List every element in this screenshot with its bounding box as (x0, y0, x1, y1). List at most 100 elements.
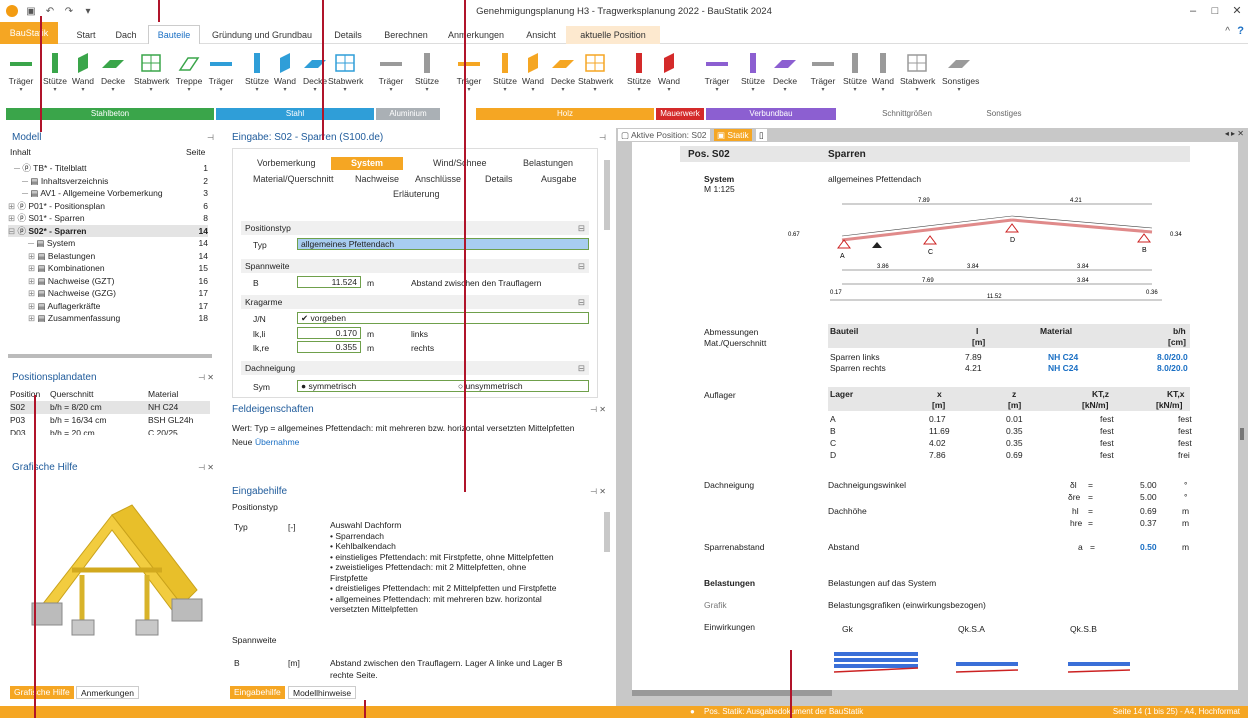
ribbon-button-23[interactable]: Träger ▾ (806, 48, 840, 104)
tab-wind-schnee[interactable]: Wind/Schnee (433, 158, 487, 168)
doc-hscroll[interactable] (632, 690, 832, 696)
collapse-ribbon-icon[interactable]: ^ (1225, 26, 1230, 37)
tab-nachweise[interactable]: Nachweise (355, 174, 399, 184)
b-input[interactable]: 11.524 (297, 276, 361, 288)
minimize-icon[interactable]: – (1182, 0, 1204, 22)
doc-vscroll[interactable] (1240, 428, 1244, 440)
tree-expand-icon[interactable]: ─ (14, 163, 20, 173)
tab-bauteile[interactable]: Bauteile (148, 25, 200, 45)
tab-anschluesse[interactable]: Anschlüsse (415, 174, 461, 184)
sym-radio[interactable]: ● symmetrisch ○ unsymmetrisch (297, 380, 589, 392)
tab-gruendung[interactable]: Gründung und Grundbau (206, 26, 318, 44)
ribbon-button-0[interactable]: Träger ▾ (4, 48, 38, 104)
panel-controls-icon[interactable]: ⊣ ✕ (198, 460, 214, 476)
lkre-input[interactable]: 0.355 (297, 341, 361, 353)
tree-item[interactable]: ⊟ ⓟ S02* - Sparren 14 (8, 224, 208, 237)
tab-baustatik[interactable]: BauStatik (0, 22, 58, 44)
tab-aktuelle-position[interactable]: aktuelle Position (566, 26, 660, 44)
table-row[interactable]: P03 b/h = 16/34 cm BSH GL24h (10, 414, 210, 427)
tab-material-querschnitt[interactable]: Material/Querschnitt (253, 174, 334, 184)
lkli-input[interactable]: 0.170 (297, 327, 361, 339)
panel-controls-icon[interactable]: ⊣ ✕ (590, 484, 606, 500)
table-row[interactable]: S02 b/h = 8/20 cm NH C24 (10, 401, 210, 414)
tree-expand-icon[interactable]: ⊞ (28, 313, 35, 323)
save-icon[interactable]: ▣ (25, 5, 37, 17)
doc-nav-icon[interactable]: ◂ ▸ ✕ (1225, 129, 1244, 138)
ribbon-button-21[interactable]: Stütze ▾ (736, 48, 770, 104)
pin-icon[interactable]: ⊣ (599, 130, 606, 146)
ribbon-button-27[interactable]: Sonstiges ▾ (942, 48, 979, 104)
section-kragarme[interactable]: Kragarme (241, 295, 589, 309)
tree-expand-icon[interactable]: ─ (28, 238, 34, 248)
tree-expand-icon[interactable]: ⊞ (8, 201, 15, 211)
close-icon[interactable]: ✕ (1226, 0, 1248, 22)
tree-expand-icon[interactable]: ⊟ (8, 226, 15, 236)
tab-vorbemerkung[interactable]: Vorbemerkung (257, 158, 316, 168)
ribbon-button-15[interactable]: Wand ▾ (516, 48, 550, 104)
tree-item[interactable]: ─ ⓟ TB* - Titelblatt 1 (8, 162, 208, 175)
ribbon-button-13[interactable]: Träger ▾ (452, 48, 486, 104)
sym-opt2[interactable]: unsymmetrisch (466, 381, 523, 391)
feld-uebernahme-link[interactable]: Übernahme (255, 437, 299, 447)
tab-modellhinweise[interactable]: Modellhinweise (288, 686, 357, 699)
maximize-icon[interactable]: □ (1204, 0, 1226, 22)
typ-select[interactable]: allgemeines Pfettendach (297, 238, 589, 250)
customize-qat-icon[interactable]: ▾ (82, 5, 94, 17)
ribbon-button-26[interactable]: Stabwerk ▾ (900, 48, 935, 104)
tab-ausgabe[interactable]: Ausgabe (541, 174, 577, 184)
tree-item[interactable]: ⊞ ⓟ P01* - Positionsplan 6 (8, 200, 208, 213)
ribbon-button-8[interactable]: Wand ▾ (268, 48, 302, 104)
tab-anmerkungen[interactable]: Anmerkungen (440, 26, 512, 44)
tree-expand-icon[interactable]: ⊞ (28, 301, 35, 311)
tree-item[interactable]: ─ ▤ System 14 (8, 237, 208, 250)
ribbon-button-17[interactable]: Stabwerk ▾ (578, 48, 613, 104)
ribbon-button-4[interactable]: Stabwerk ▾ (134, 48, 169, 104)
ribbon-button-16[interactable]: Decke ▾ (546, 48, 580, 104)
ribbon-button-22[interactable]: Decke ▾ (768, 48, 802, 104)
tree-item[interactable]: ⊞ ▤ Auflagerkräfte 17 (8, 300, 208, 313)
undo-icon[interactable]: ↶ (44, 5, 56, 17)
tree-item[interactable]: ⊞ ▤ Kombinationen 15 (8, 262, 208, 275)
ribbon-button-6[interactable]: Träger ▾ (204, 48, 238, 104)
tab-details-form[interactable]: Details (485, 174, 513, 184)
tree-expand-icon[interactable]: ⊞ (28, 288, 35, 298)
ribbon-button-25[interactable]: Wand ▾ (866, 48, 900, 104)
eh-scrollbar[interactable] (604, 512, 610, 552)
tab-aktive-position[interactable]: ▢ Aktive Position: S02 (618, 129, 710, 141)
tab-start[interactable]: Start (66, 26, 106, 44)
sym-opt1[interactable]: symmetrisch (309, 381, 357, 391)
tab-anmerkungen-panel[interactable]: Anmerkungen (76, 686, 139, 699)
ribbon-button-19[interactable]: Wand ▾ (652, 48, 686, 104)
tree-expand-icon[interactable]: ─ (22, 188, 28, 198)
ribbon-button-2[interactable]: Wand ▾ (66, 48, 100, 104)
section-spannweite[interactable]: Spannweite (241, 259, 589, 273)
tab-details[interactable]: Details (326, 26, 370, 44)
tab-grafische-hilfe[interactable]: Grafische Hilfe (10, 686, 74, 699)
jn-checkbox[interactable]: ✔ vorgeben (297, 312, 589, 324)
tab-belastungen[interactable]: Belastungen (523, 158, 573, 168)
tree-expand-icon[interactable]: ⊞ (28, 263, 35, 273)
pin-icon[interactable]: ⊣ (207, 130, 214, 146)
redo-icon[interactable]: ↷ (63, 5, 75, 17)
panel-controls-icon[interactable]: ⊣ ✕ (198, 370, 214, 386)
tree-item[interactable]: ⊞ ⓟ S01* - Sparren 8 (8, 212, 208, 225)
section-positionstyp[interactable]: Positionstyp (241, 221, 589, 235)
ribbon-button-5[interactable]: Treppe ▾ (172, 48, 206, 104)
tree-expand-icon[interactable]: ⊞ (8, 213, 15, 223)
ribbon-button-12[interactable]: Stütze ▾ (410, 48, 444, 104)
ribbon-button-11[interactable]: Träger ▾ (374, 48, 408, 104)
tree-item[interactable]: ⊞ ▤ Zusammenfassung 18 (8, 312, 208, 325)
tab-statik[interactable]: ▣ Statik (714, 129, 752, 141)
tree-expand-icon[interactable]: ⊞ (28, 276, 35, 286)
tree-item[interactable]: ─ ▤ AV1 - Allgemeine Vorbemerkung 3 (8, 187, 208, 200)
tree-item[interactable]: ⊞ ▤ Belastungen 14 (8, 250, 208, 263)
ribbon-button-9[interactable]: Decke ▾ (298, 48, 332, 104)
tree-item[interactable]: ⊞ ▤ Nachweise (GZG) 17 (8, 287, 208, 300)
tree-scrollbar[interactable] (8, 354, 212, 358)
tree-expand-icon[interactable]: ─ (22, 176, 28, 186)
ribbon-button-3[interactable]: Decke ▾ (96, 48, 130, 104)
new-document-icon[interactable]: ▯ (756, 129, 767, 141)
ribbon-button-20[interactable]: Träger ▾ (700, 48, 734, 104)
section-dachneigung[interactable]: Dachneigung (241, 361, 589, 375)
tab-dach[interactable]: Dach (108, 26, 144, 44)
